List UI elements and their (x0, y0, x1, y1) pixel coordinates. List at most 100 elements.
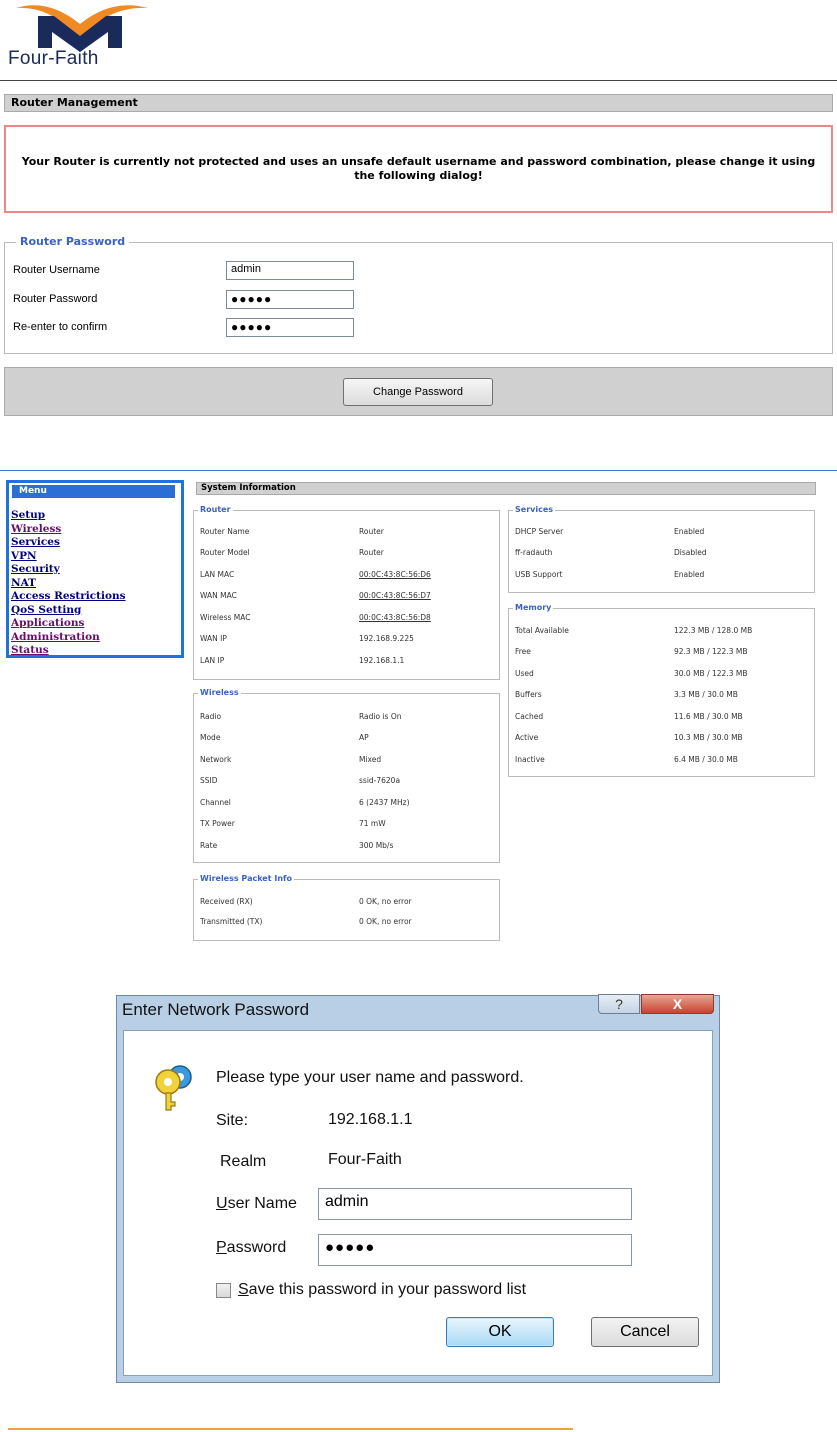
usb-support-value: Enabled (674, 570, 705, 579)
cancel-button[interactable]: Cancel (591, 1317, 699, 1347)
network-value: Mixed (359, 755, 382, 764)
menu-item-applications[interactable]: Applications (11, 617, 126, 631)
wan-mac-link[interactable]: 00:0C:43:8C:56:D7 (359, 591, 431, 600)
realm-value: Four-Faith (328, 1151, 402, 1168)
router-password-input[interactable]: ●●●●● (226, 290, 354, 309)
section-divider (0, 470, 837, 471)
confirm-password-label: Re-enter to confirm (13, 321, 108, 333)
mode-value: AP (359, 733, 369, 742)
lan-ip-value: 192.168.1.1 (359, 656, 405, 665)
username-label-text: ser Name (227, 1195, 297, 1212)
active-key: Active (515, 733, 539, 742)
free-value: 92.3 MB / 122.3 MB (674, 647, 748, 656)
network-key: Network (200, 755, 232, 764)
services-legend: Services (513, 505, 556, 514)
inactive-key: Inactive (515, 755, 545, 764)
dhcp-server-value: Enabled (674, 527, 705, 536)
memory-legend: Memory (513, 603, 554, 612)
wireless-info-fieldset (193, 693, 500, 863)
save-password-label: Save this password in your password list (238, 1281, 526, 1299)
used-value: 30.0 MB / 122.3 MB (674, 669, 748, 678)
cached-key: Cached (515, 712, 544, 721)
password-input[interactable]: ●●●●● (318, 1234, 632, 1266)
router-name-value: Router (359, 527, 384, 536)
tx-power-value: 71 mW (359, 819, 386, 828)
ssid-value: ssid-7620a (359, 776, 401, 785)
ff-radauth-key: ff-radauth (515, 548, 553, 557)
menu-item-wireless[interactable]: Wireless (11, 523, 126, 537)
active-value: 10.3 MB / 30.0 MB (674, 733, 743, 742)
menu-item-setup[interactable]: Setup (11, 509, 126, 523)
dhcp-server-key: DHCP Server (515, 527, 564, 536)
change-password-button[interactable]: Change Password (343, 378, 493, 406)
menu-title: Menu (12, 485, 175, 498)
tx-value: 0 OK, no error (359, 917, 412, 926)
keys-icon (155, 1065, 192, 1111)
radio-key: Radio (200, 712, 222, 721)
buffers-key: Buffers (515, 690, 542, 699)
tx-power-key: TX Power (200, 819, 235, 828)
router-username-label: Router Username (13, 264, 100, 276)
router-info-legend: Router (198, 505, 233, 514)
radio-value: Radio is On (359, 712, 402, 721)
router-name-key: Router Name (200, 527, 250, 536)
username-mnemonic: U (216, 1195, 228, 1212)
buffers-value: 3.3 MB / 30.0 MB (674, 690, 738, 699)
used-key: Used (515, 669, 534, 678)
menu-item-administration[interactable]: Administration (11, 631, 126, 645)
save-mnemonic: S (238, 1281, 249, 1298)
close-icon[interactable]: X (641, 994, 714, 1014)
password-label: Password (216, 1239, 286, 1257)
logo-text: Four-Faith (8, 48, 99, 69)
total-available-value: 122.3 MB / 128.0 MB (674, 626, 753, 635)
lan-ip-key: LAN IP (200, 656, 225, 665)
save-password-checkbox[interactable] (216, 1283, 231, 1298)
usb-support-key: USB Support (515, 570, 563, 579)
free-key: Free (515, 647, 531, 656)
footer-divider (8, 1428, 573, 1430)
channel-value: 6 (2437 MHz) (359, 798, 410, 807)
wan-ip-value: 192.168.9.225 (359, 634, 414, 643)
cached-value: 11.6 MB / 30.0 MB (674, 712, 743, 721)
ssid-key: SSID (200, 776, 218, 785)
username-input[interactable]: admin (318, 1188, 632, 1220)
rx-key: Received (RX) (200, 897, 253, 906)
menu-item-security[interactable]: Security (11, 563, 126, 577)
save-label-text: ave this password in your password list (248, 1281, 527, 1298)
total-available-key: Total Available (515, 626, 569, 635)
dialog-title: Enter Network Password (122, 1000, 310, 1019)
lan-mac-link[interactable]: 00:0C:43:8C:56:D6 (359, 570, 431, 579)
router-password-legend: Router Password (16, 235, 130, 248)
router-username-input[interactable]: admin (226, 261, 354, 280)
username-label: User Name (216, 1195, 297, 1213)
menu-item-nat[interactable]: NAT (11, 577, 126, 591)
router-model-value: Router (359, 548, 384, 557)
mode-key: Mode (200, 733, 221, 742)
rate-key: Rate (200, 841, 218, 850)
rate-value: 300 Mb/s (359, 841, 394, 850)
tx-key: Transmitted (TX) (200, 917, 263, 926)
router-model-key: Router Model (200, 548, 250, 557)
system-information-title: System Information (196, 482, 816, 495)
menu-item-services[interactable]: Services (11, 536, 126, 550)
menu-item-vpn[interactable]: VPN (11, 550, 126, 564)
help-icon[interactable]: ? (598, 994, 640, 1014)
ff-radauth-value: Disabled (674, 548, 707, 557)
rx-value: 0 OK, no error (359, 897, 412, 906)
site-label: Site: (216, 1112, 249, 1129)
packet-info-fieldset (193, 879, 500, 941)
menu-item-access-restrictions[interactable]: Access Restrictions (11, 590, 126, 604)
security-warning: Your Router is currently not protected a… (4, 125, 833, 213)
wireless-mac-key: Wireless MAC (200, 613, 251, 622)
wireless-mac-link[interactable]: 00:0C:43:8C:56:D8 (359, 613, 431, 622)
wan-mac-key: WAN MAC (200, 591, 237, 600)
menu-item-status[interactable]: Status (11, 644, 126, 658)
menu-item-qos-setting[interactable]: QoS Setting (11, 604, 126, 618)
realm-label: Realm (220, 1153, 267, 1170)
confirm-password-input[interactable]: ●●●●● (226, 318, 354, 337)
inactive-value: 6.4 MB / 30.0 MB (674, 755, 738, 764)
site-value: 192.168.1.1 (328, 1111, 413, 1128)
ok-button[interactable]: OK (446, 1317, 554, 1347)
password-label-text: assword (226, 1239, 287, 1256)
wan-ip-key: WAN IP (200, 634, 227, 643)
